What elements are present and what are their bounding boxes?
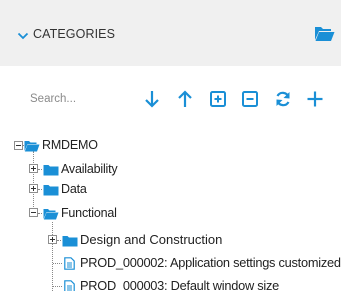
- tree-guide: [38, 189, 42, 190]
- expand-toggle[interactable]: [48, 235, 57, 244]
- categories-title: CATEGORIES: [33, 27, 116, 41]
- tree-guide: [57, 240, 61, 241]
- expand-toggle[interactable]: [29, 184, 38, 193]
- tree-node-label: Functional: [61, 206, 117, 220]
- collapse-toggle[interactable]: [14, 141, 23, 150]
- categories-header[interactable]: CATEGORIES: [0, 0, 341, 66]
- tree-guide: [38, 169, 42, 170]
- refresh-icon[interactable]: [273, 89, 293, 109]
- tree-node-label: PROD_000003: Default window size: [80, 278, 279, 291]
- tree-node-label: RMDEMO: [42, 138, 98, 152]
- tree-guide: [38, 213, 42, 214]
- collapse-toggle[interactable]: [29, 208, 38, 217]
- plus-icon[interactable]: [305, 89, 325, 109]
- folder-icon: [43, 163, 59, 176]
- arrow-up-icon[interactable]: [175, 89, 195, 109]
- tree-guide: [53, 263, 62, 264]
- tree-guide: [53, 286, 62, 287]
- folder-icon: [43, 183, 59, 196]
- minus-square-icon[interactable]: [240, 89, 260, 109]
- folder-open-icon[interactable]: [314, 25, 335, 42]
- tree-guide: [52, 222, 53, 291]
- tree-node-label: Design and Construction: [80, 232, 223, 247]
- document-icon: [64, 257, 75, 270]
- expand-toggle[interactable]: [29, 164, 38, 173]
- tree-guide: [33, 151, 34, 213]
- plus-square-icon[interactable]: [208, 89, 228, 109]
- document-icon: [64, 280, 75, 291]
- folder-open-icon: [43, 207, 59, 220]
- search-input[interactable]: [30, 88, 110, 110]
- tree-node-label: PROD_000002: Application settings custom…: [80, 255, 341, 270]
- tree-node-label: Availability: [61, 162, 118, 176]
- chevron-down-icon[interactable]: [17, 28, 29, 40]
- tree-node-label: Data: [61, 182, 87, 196]
- categories-panel: CATEGORIES Search... RMDEMO Availability…: [0, 0, 341, 291]
- arrow-down-icon[interactable]: [142, 89, 162, 109]
- folder-open-icon: [24, 139, 40, 152]
- folder-icon: [62, 234, 78, 247]
